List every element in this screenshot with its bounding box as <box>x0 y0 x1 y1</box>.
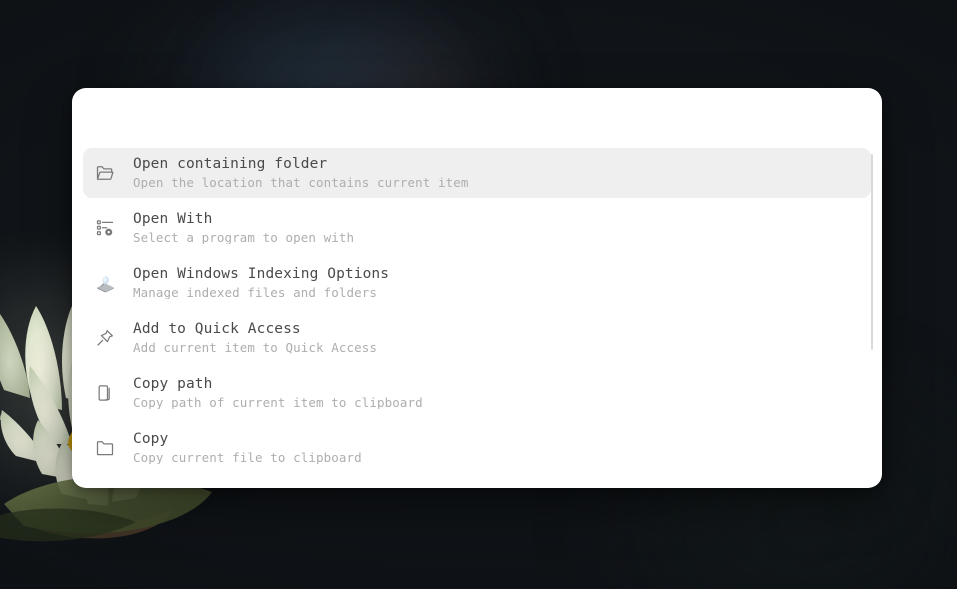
result-title: Open containing folder <box>133 157 328 172</box>
result-title: Copy <box>133 432 169 447</box>
result-text: Add to Quick Access Add current item to … <box>133 322 377 354</box>
result-subtitle: Select a program to open with <box>133 229 355 244</box>
result-subtitle: Copy current file to clipboard <box>133 449 362 464</box>
result-text: Copy path Copy path of current item to c… <box>133 377 423 409</box>
search-bar[interactable] <box>72 88 882 148</box>
result-text: Open Windows Indexing Options Manage ind… <box>133 267 389 299</box>
results-scrollbar[interactable] <box>870 148 874 488</box>
folder-icon <box>95 436 125 460</box>
result-subtitle: Add current item to Quick Access <box>133 339 378 354</box>
pin-icon <box>95 326 125 350</box>
copy-path-icon <box>95 381 125 405</box>
result-title: Copy path <box>133 377 213 392</box>
results-scrollbar-thumb[interactable] <box>871 154 873 350</box>
result-title: Add to Quick Access <box>133 322 301 337</box>
results-list: Open containing folder Open the location… <box>72 148 882 488</box>
result-title: Open Windows Indexing Options <box>133 267 390 282</box>
result-text: Open With Select a program to open with <box>133 212 354 244</box>
open-with-icon <box>95 216 125 240</box>
result-row-copy-path[interactable]: Copy path Copy path of current item to c… <box>83 368 871 418</box>
result-row-open-windows-indexing-options[interactable]: Open Windows Indexing Options Manage ind… <box>83 258 871 308</box>
search-input[interactable] <box>98 109 856 127</box>
result-subtitle: Manage indexed files and folders <box>133 284 378 299</box>
result-row-open-with[interactable]: Open With Select a program to open with <box>83 203 871 253</box>
result-title: Open With <box>133 212 213 227</box>
result-subtitle: Copy path of current item to clipboard <box>133 394 423 409</box>
result-row-open-containing-folder[interactable]: Open containing folder Open the location… <box>83 148 871 198</box>
result-row-add-to-quick-access[interactable]: Add to Quick Access Add current item to … <box>83 313 871 363</box>
result-text: Open containing folder Open the location… <box>133 157 469 189</box>
result-text: Copy Copy current file to clipboard <box>133 432 362 464</box>
command-palette: Open containing folder Open the location… <box>72 88 882 488</box>
result-row-copy[interactable]: Copy Copy current file to clipboard <box>83 423 871 473</box>
result-subtitle: Open the location that contains current … <box>133 174 469 189</box>
windows-indexing-options-icon <box>95 271 125 295</box>
folder-open-icon <box>95 161 125 185</box>
